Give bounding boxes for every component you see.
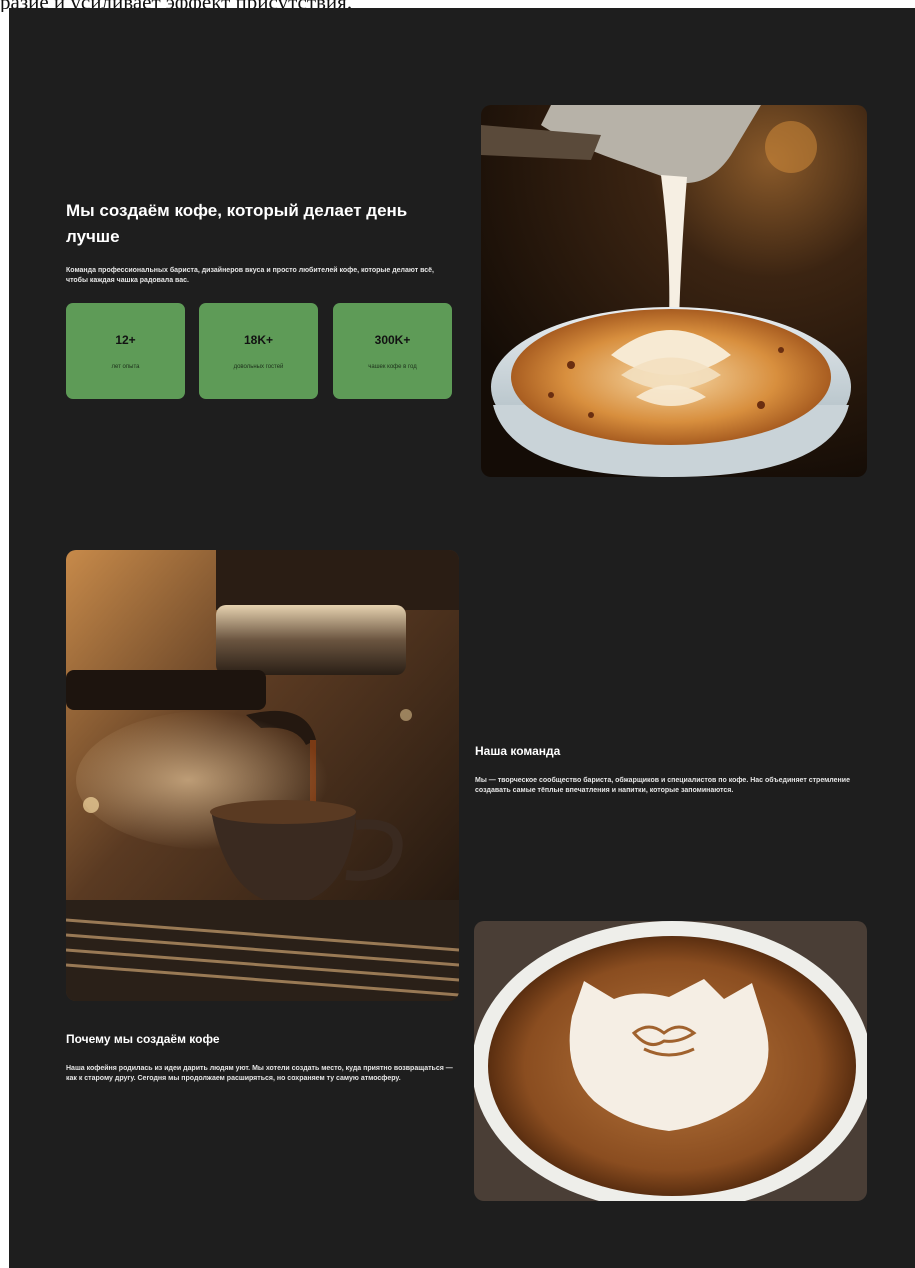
espresso-machine-photo [66, 550, 459, 1001]
latte-pour-photo [481, 105, 867, 477]
stat-value: 12+ [115, 333, 136, 347]
stat-label: довольных гостей [233, 364, 284, 370]
stat-card-guests: 18K+ довольных гостей [199, 303, 318, 399]
stat-label: чашек кофе в год [368, 364, 417, 370]
about-page: Мы создаём кофе, который делает день луч… [9, 8, 915, 1268]
stats-row: 12+ лет опыта 18K+ довольных гостей 300K… [66, 303, 456, 399]
cat-latte-art-photo [474, 921, 867, 1201]
team-title: Наша команда [475, 744, 561, 758]
why-text: Наша кофейня родилась из идеи дарить люд… [66, 1065, 453, 1082]
hero-subtitle: Команда профессиональных бариста, дизайн… [66, 267, 434, 284]
why-title: Почему мы создаём кофе [66, 1032, 220, 1046]
stat-card-experience: 12+ лет опыта [66, 303, 185, 399]
stat-value: 18K+ [243, 333, 274, 347]
team-text: Мы — творческое сообщество бариста, обжа… [475, 777, 850, 794]
stat-label: лет опыта [111, 364, 140, 370]
stat-card-cups: 300K+ чашек кофе в год [333, 303, 452, 399]
hero-title: Мы создаём кофе, который делает день луч… [66, 201, 408, 246]
stat-value: 300K+ [374, 333, 411, 347]
